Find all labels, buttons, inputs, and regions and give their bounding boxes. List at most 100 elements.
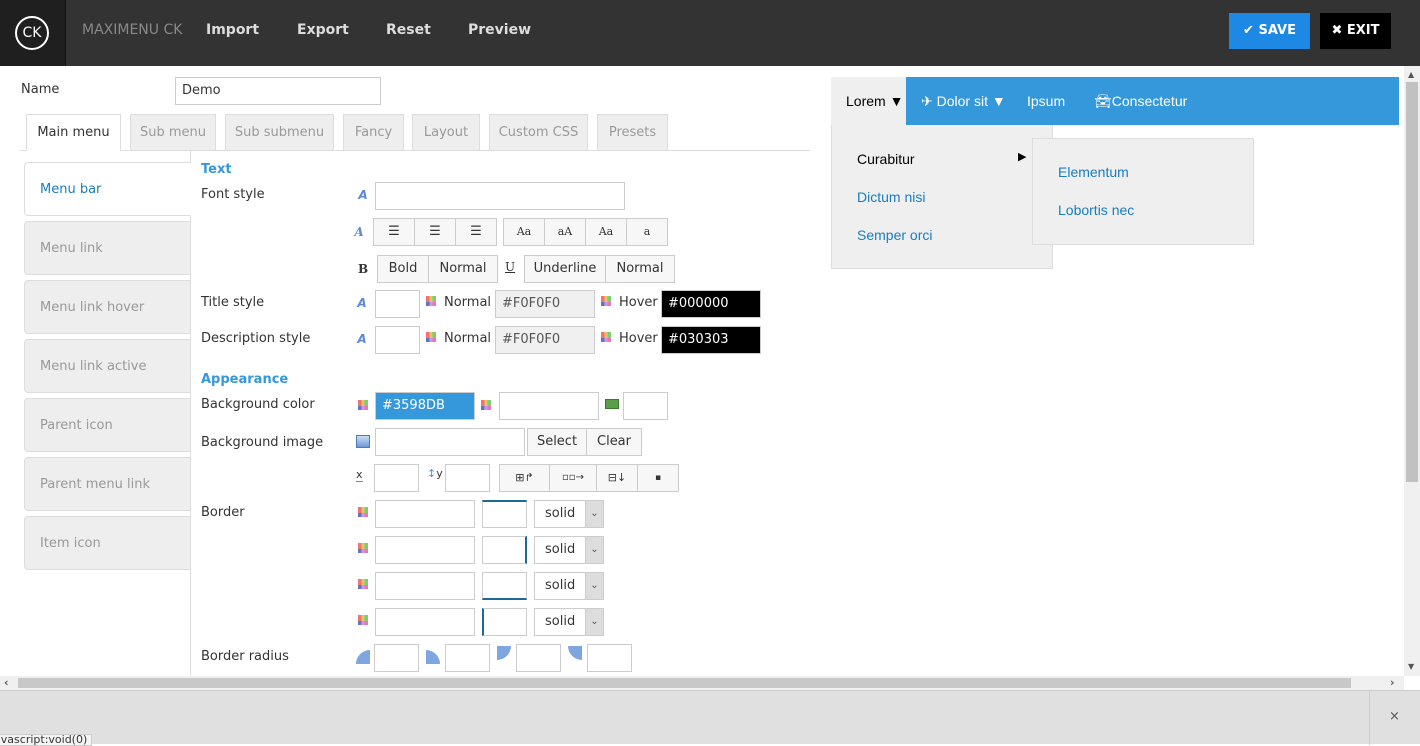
no-transform-icon[interactable]: Aa bbox=[585, 218, 627, 246]
align-right-button[interactable]: ☰ bbox=[455, 218, 497, 246]
preview-item-consectetur[interactable]: 🚘︎Consectetur bbox=[1094, 93, 1187, 110]
save-button[interactable]: ✔ SAVE bbox=[1229, 13, 1310, 49]
tab-fancy[interactable]: Fancy bbox=[343, 114, 404, 151]
position-y-input[interactable] bbox=[445, 464, 490, 492]
opacity-input[interactable] bbox=[623, 392, 668, 420]
color-palette-icon bbox=[601, 332, 611, 342]
side-tab-parent-menu-link[interactable]: Parent menu link bbox=[24, 457, 191, 511]
name-input[interactable]: Demo bbox=[175, 77, 381, 105]
vertical-scroll-thumb[interactable] bbox=[1406, 82, 1418, 482]
decoration-normal-button[interactable]: Normal bbox=[605, 255, 675, 283]
repeat-x-button[interactable]: ▫▫→ bbox=[549, 464, 597, 492]
border-left-color-input[interactable] bbox=[375, 608, 475, 636]
select-image-button[interactable]: Select bbox=[527, 428, 587, 456]
repeat-y-button[interactable]: ⊟↓ bbox=[596, 464, 638, 492]
align-left-button[interactable]: ☰ bbox=[373, 218, 415, 246]
border-right-style-select[interactable]: solid ⌄ bbox=[534, 536, 604, 564]
border-left-style-select[interactable]: solid ⌄ bbox=[534, 608, 604, 636]
font-weight-normal-button[interactable]: Normal bbox=[428, 255, 498, 283]
border-bottom-style-select[interactable]: solid ⌄ bbox=[534, 572, 604, 600]
side-tab-item-icon[interactable]: Item icon bbox=[24, 516, 191, 570]
export-button[interactable]: Export bbox=[297, 22, 349, 38]
tab-sub-menu[interactable]: Sub menu bbox=[130, 114, 216, 151]
font-size-icon: A bbox=[357, 332, 367, 346]
repeat-button[interactable]: ⊞↱ bbox=[499, 464, 550, 492]
subsubmenu-item-elementum[interactable]: Elementum bbox=[1058, 164, 1129, 180]
normal-color-label: Normal bbox=[444, 331, 492, 346]
tab-custom-css[interactable]: Custom CSS bbox=[489, 114, 588, 151]
chevron-down-icon: ⌄ bbox=[585, 537, 603, 563]
tab-sub-submenu[interactable]: Sub submenu bbox=[225, 114, 334, 151]
background-color-end-input[interactable] bbox=[499, 392, 599, 420]
description-font-size-input[interactable] bbox=[375, 326, 420, 354]
subsubmenu-item-lobortis-nec[interactable]: Lobortis nec bbox=[1058, 202, 1134, 218]
side-tab-menu-link-hover[interactable]: Menu link hover bbox=[24, 280, 191, 334]
border-bottom-width-input[interactable] bbox=[482, 572, 527, 600]
horizontal-scrollbar[interactable]: ‹ › bbox=[0, 676, 1404, 690]
uppercase-icon[interactable]: aA bbox=[544, 218, 586, 246]
clear-image-button[interactable]: Clear bbox=[586, 428, 642, 456]
side-tab-parent-icon[interactable]: Parent icon bbox=[24, 398, 191, 452]
side-tab-menu-bar[interactable]: Menu bar bbox=[24, 162, 191, 216]
scroll-up-icon[interactable]: ▲ bbox=[1408, 70, 1414, 79]
caret-down-icon: ▼ bbox=[991, 93, 1006, 109]
font-style-input[interactable] bbox=[375, 182, 625, 210]
border-label: Border bbox=[201, 505, 245, 520]
radius-top-left-icon bbox=[356, 650, 370, 664]
side-tab-menu-link[interactable]: Menu link bbox=[24, 221, 191, 275]
background-image-input[interactable] bbox=[375, 428, 525, 456]
underline-button[interactable]: Underline bbox=[524, 255, 606, 283]
radius-top-right-input[interactable] bbox=[445, 644, 490, 672]
border-left-width-input[interactable] bbox=[482, 608, 527, 636]
chevron-down-icon: ⌄ bbox=[585, 501, 603, 527]
border-right-width-input[interactable] bbox=[482, 536, 527, 564]
scroll-right-icon[interactable]: › bbox=[1390, 676, 1395, 689]
horizontal-scroll-thumb[interactable] bbox=[18, 678, 1351, 688]
tab-presets[interactable]: Presets bbox=[597, 114, 668, 151]
image-icon bbox=[356, 435, 370, 448]
tab-layout[interactable]: Layout bbox=[412, 114, 480, 151]
scroll-down-icon[interactable]: ▼ bbox=[1408, 662, 1414, 671]
tab-main-menu[interactable]: Main menu bbox=[26, 114, 121, 151]
lowercase-icon[interactable]: a bbox=[626, 218, 668, 246]
title-normal-color-input[interactable]: #F0F0F0 bbox=[495, 290, 595, 318]
preview-item-dolor-sit[interactable]: ✈ Dolor sit ▼ bbox=[921, 93, 1006, 110]
scroll-left-icon[interactable]: ‹ bbox=[4, 676, 9, 689]
no-repeat-button[interactable]: ▪ bbox=[637, 464, 679, 492]
border-top-color-input[interactable] bbox=[375, 500, 475, 528]
align-center-button[interactable]: ☰ bbox=[414, 218, 456, 246]
vertical-scrollbar[interactable]: ▲ ▼ bbox=[1404, 66, 1420, 676]
radius-bottom-right-input[interactable] bbox=[516, 644, 561, 672]
border-top-width-input[interactable] bbox=[482, 500, 527, 528]
description-hover-color-input[interactable]: #030303 bbox=[661, 326, 761, 354]
border-bottom-color-input[interactable] bbox=[375, 572, 475, 600]
preview-item-lorem[interactable]: Lorem ▼ bbox=[831, 77, 906, 125]
preview-subsubmenu bbox=[1032, 138, 1254, 245]
color-palette-icon bbox=[426, 332, 436, 342]
title-hover-color-input[interactable]: #000000 bbox=[661, 290, 761, 318]
title-font-size-input[interactable] bbox=[375, 290, 420, 318]
underline-icon: U bbox=[505, 260, 516, 274]
description-normal-color-input[interactable]: #F0F0F0 bbox=[495, 326, 595, 354]
description-style-label: Description style bbox=[201, 331, 311, 346]
bold-button[interactable]: Bold bbox=[377, 255, 429, 283]
position-x-input[interactable] bbox=[374, 464, 419, 492]
radius-bottom-left-input[interactable] bbox=[587, 644, 632, 672]
submenu-item-curabitur[interactable]: Curabitur bbox=[857, 151, 915, 167]
radius-top-left-input[interactable] bbox=[374, 644, 419, 672]
capitalize-icon[interactable]: Aa bbox=[503, 218, 545, 246]
submenu-item-dictum-nisi[interactable]: Dictum nisi bbox=[857, 189, 925, 205]
close-icon[interactable]: × bbox=[1389, 709, 1400, 724]
submenu-item-semper-orci[interactable]: Semper orci bbox=[857, 227, 932, 243]
border-radius-label: Border radius bbox=[201, 649, 289, 664]
reset-button[interactable]: Reset bbox=[386, 22, 431, 38]
preview-button[interactable]: Preview bbox=[468, 22, 531, 38]
border-top-style-select[interactable]: solid ⌄ bbox=[534, 500, 604, 528]
hover-color-label: Hover bbox=[619, 331, 658, 346]
side-tab-menu-link-active[interactable]: Menu link active bbox=[24, 339, 191, 393]
exit-button[interactable]: ✖ EXIT bbox=[1320, 13, 1391, 49]
preview-item-ipsum[interactable]: Ipsum bbox=[1027, 93, 1065, 109]
import-button[interactable]: Import bbox=[206, 22, 259, 38]
background-color-input[interactable]: #3598DB bbox=[375, 392, 475, 420]
border-right-color-input[interactable] bbox=[375, 536, 475, 564]
